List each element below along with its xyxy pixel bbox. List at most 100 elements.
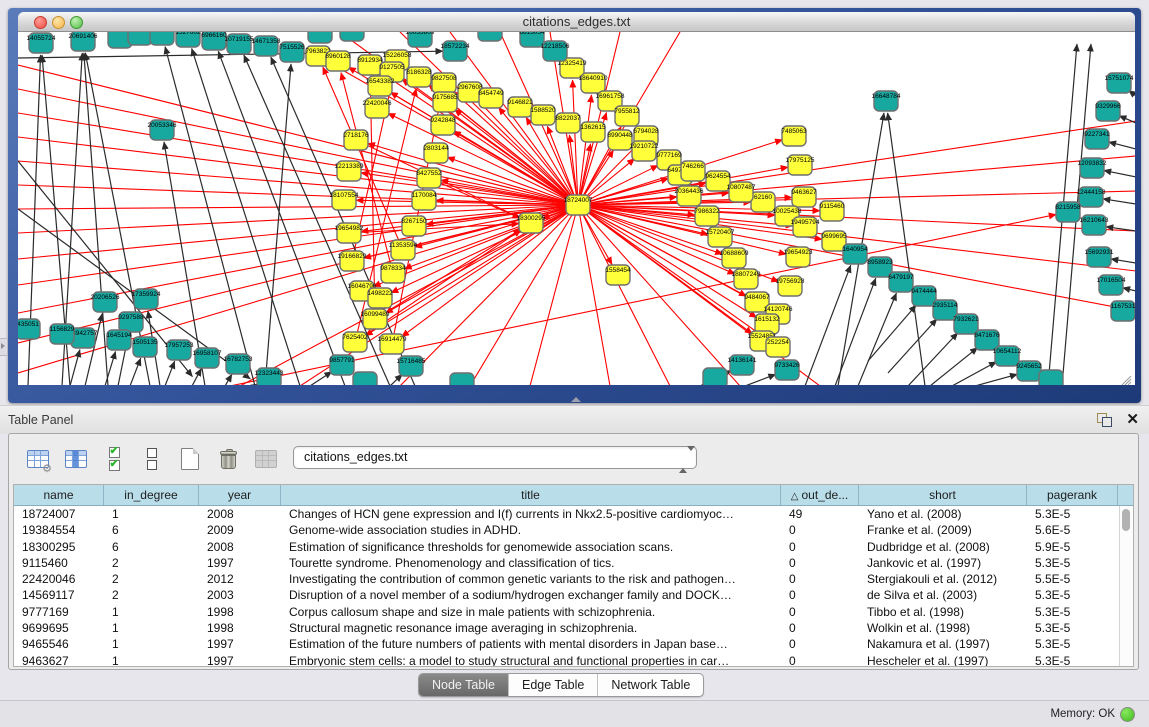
table-cell: 5.6E-5 [1027,522,1118,538]
graph-node-label: 15720407 [706,229,735,236]
graph-node-label: 16648784 [872,93,901,100]
graph-node-label: 17975125 [786,157,815,164]
table-row[interactable]: 1830029562008Estimation of significance … [14,539,1133,555]
graph-node-label: 252254 [767,339,789,346]
column-header-short[interactable]: short [859,485,1027,505]
table-cell: 9777169 [14,604,104,620]
table-row[interactable]: 977716911998Corpus callosum shape and si… [14,604,1133,620]
graph-node-label: 8471676 [974,332,1000,339]
graph-node-label: 19166829 [338,253,367,260]
table-cell: 1997 [199,555,281,571]
table-cell: 0 [781,522,859,538]
table-cell: 22420046 [14,571,104,587]
table-mode-tabs: Node TableEdge TableNetwork Table [418,673,704,697]
graph-node-label: 16033809 [406,32,435,36]
column-header-title[interactable]: title [281,485,781,505]
graph-node-label: 11353594 [389,242,418,249]
node-table: namein_degreeyeartitle△out_de...shortpag… [13,484,1134,667]
memory-status-indicator[interactable] [1120,707,1135,722]
scrollbar-thumb[interactable] [1122,509,1130,531]
graph-node-label: 435051 [18,321,39,328]
table-cell: 9699695 [14,620,104,636]
table-select-dropdown[interactable]: citations_edges.txt [293,446,697,469]
table-row[interactable]: 946554611997Estimation of the future num… [14,636,1133,652]
column-header-year[interactable]: year [199,485,281,505]
tab-edge-table[interactable]: Edge Table [508,674,597,696]
network-window: citations_edges.txt 18724007183002957963… [18,12,1135,385]
graph-node[interactable] [450,373,474,385]
table-row[interactable]: 1938455462009Genome-wide association stu… [14,522,1133,538]
show-columns-icon[interactable] [61,444,91,474]
table-cell: 1 [104,604,199,620]
table-cell: 5.3E-5 [1027,604,1118,620]
graph-node-label: 16210643 [1080,217,1109,224]
close-panel-icon[interactable]: ✕ [1126,410,1139,428]
vertical-scrollbar[interactable] [1119,506,1133,666]
table-row[interactable]: 946362711997Embryonic stem cells: a mode… [14,653,1133,667]
table-cell: Estimation of significance thresholds fo… [281,539,781,555]
table-cell: Dudbridge et al. (2008) [859,539,1027,555]
graph-node-label: 9484067 [744,294,770,301]
delete-table-icon[interactable] [213,444,243,474]
column-header-name[interactable]: name [14,485,104,505]
table-cell: 49 [781,506,859,522]
table-cell: Tourette syndrome. Phenomenology and cla… [281,555,781,571]
table-cell: 18724007 [14,506,104,522]
sidebar-collapse-handle[interactable] [0,338,8,356]
graph-node-label: 18807249 [732,271,761,278]
table-cell: 2 [104,571,199,587]
table-cell: Hescheler et al. (1997) [859,653,1027,667]
table-settings-icon[interactable]: ⚙ [23,444,53,474]
network-canvas[interactable]: 1872400718300295796382289601288912934152… [18,32,1135,385]
table-header-row: namein_degreeyeartitle△out_de...shortpag… [14,485,1133,506]
graph-node[interactable] [340,32,364,41]
float-panel-icon[interactable] [1097,413,1111,426]
column-header-out_de[interactable]: △out_de... [781,485,859,505]
table-cell: 0 [781,571,859,587]
table-cell: Jankovic et al. (1997) [859,555,1027,571]
table-row[interactable]: 969969511998Structural magnetic resonanc… [14,620,1133,636]
table-cell: 0 [781,620,859,636]
table-cell: 9115460 [14,555,104,571]
graph-node-label: 7932621 [953,316,979,323]
panel-splitter-grip[interactable] [571,397,581,402]
graph-node-label: 2803144 [423,145,449,152]
graph-node-label: 1498222 [367,290,393,297]
table-cell: 5.3E-5 [1027,506,1118,522]
network-view-frame: citations_edges.txt 18724007183002957963… [8,8,1141,403]
table-cell: 2 [104,555,199,571]
table-cell: 2 [104,587,199,603]
column-header-in_degree[interactable]: in_degree [104,485,199,505]
network-window-titlebar[interactable]: citations_edges.txt [18,12,1135,32]
graph-node[interactable] [1039,370,1063,385]
table-row[interactable]: 1456911722003Disruption of a novel membe… [14,587,1133,603]
graph-node-label: 9127505 [379,64,405,71]
table-cell: 5.3E-5 [1027,620,1118,636]
graph-node-label: 8822037 [555,115,581,122]
citation-graph[interactable]: 1872400718300295796382289601288912934152… [18,32,1135,385]
rows-icon[interactable] [137,444,167,474]
table-cell: Changes of HCN gene expression and I(f) … [281,506,781,522]
graph-node-label: 18107554 [330,192,359,199]
graph-node-label: 20053346 [148,122,177,129]
tab-node-table[interactable]: Node Table [419,674,508,696]
graph-node[interactable] [478,32,502,41]
tab-network-table[interactable]: Network Table [597,674,703,696]
graph-node-label: 20364436 [675,188,704,195]
table-row[interactable]: 911546021997Tourette syndrome. Phenomeno… [14,555,1133,571]
graph-node-label: 9474444 [911,288,937,295]
import-table-icon[interactable] [251,444,281,474]
table-cell: 5.9E-5 [1027,539,1118,555]
graph-node[interactable] [353,372,377,385]
graph-node-label: 1505135 [132,339,158,346]
graph-node[interactable] [308,32,332,43]
table-cell: 2008 [199,539,281,555]
graph-node[interactable] [703,368,727,385]
column-header-pagerank[interactable]: pagerank [1027,485,1118,505]
graph-node-label: 9329966 [1095,103,1121,110]
table-row[interactable]: 2242004622012Investigating the contribut… [14,571,1133,587]
table-row[interactable]: 1872400712008Changes of HCN gene express… [14,506,1133,522]
table-cell: Wolkin et al. (1998) [859,620,1027,636]
select-all-rows-icon[interactable] [99,444,129,474]
new-table-icon[interactable] [175,444,205,474]
